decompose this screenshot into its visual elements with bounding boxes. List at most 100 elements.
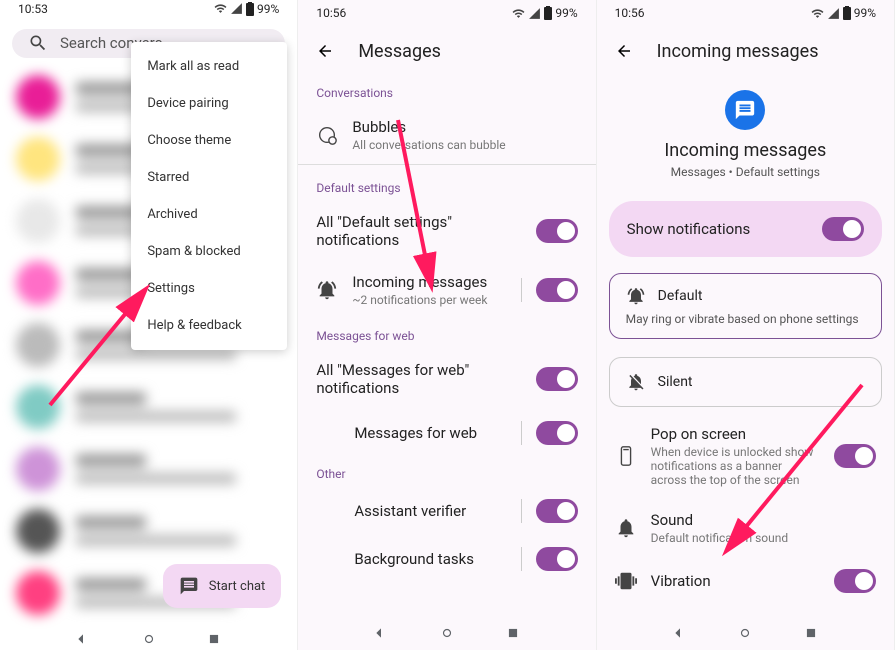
status-bar: 10:53 99%	[0, 0, 297, 17]
section-conversations: Conversations	[298, 76, 595, 106]
toggle[interactable]	[834, 444, 876, 468]
status-indicators: 99%	[811, 6, 876, 20]
setting-title: Assistant verifier	[354, 502, 506, 520]
channel-sub: Messages • Default settings	[597, 165, 894, 179]
toggle[interactable]	[536, 547, 578, 571]
page-title: Messages	[358, 41, 441, 62]
nav-back-icon[interactable]	[374, 626, 388, 640]
setting-messages-for-web[interactable]: Messages for web	[298, 409, 595, 457]
nav-recents-icon[interactable]	[506, 626, 520, 640]
option-desc: May ring or vibrate based on phone setti…	[626, 312, 865, 326]
nav-home-icon[interactable]	[738, 626, 752, 640]
signal-icon	[528, 7, 541, 20]
bell-ring-icon	[316, 279, 338, 301]
toggle[interactable]	[536, 499, 578, 523]
toggle[interactable]	[536, 278, 578, 302]
nav-home-icon[interactable]	[142, 632, 156, 646]
setting-title: Incoming messages	[352, 273, 506, 291]
nav-back-icon[interactable]	[673, 626, 687, 640]
setting-sound[interactable]: Sound Default notification sound	[597, 499, 894, 557]
nav-bar	[597, 616, 894, 650]
setting-pop-on-screen[interactable]: Pop on screen When device is unlocked sh…	[597, 413, 894, 499]
option-silent[interactable]: Silent	[609, 357, 882, 407]
list-item[interactable]	[0, 500, 297, 562]
setting-title: Background tasks	[354, 550, 506, 568]
menu-help-feedback[interactable]: Help & feedback	[131, 307, 287, 344]
toggle[interactable]	[536, 367, 578, 391]
nav-recents-icon[interactable]	[804, 626, 818, 640]
battery-icon	[843, 6, 851, 20]
wifi-icon	[214, 2, 227, 15]
setting-all-default[interactable]: All "Default settings" notifications	[298, 201, 595, 261]
signal-icon	[230, 2, 243, 15]
setting-vibration[interactable]: Vibration	[597, 557, 894, 605]
battery-text: 99%	[854, 6, 876, 20]
menu-starred[interactable]: Starred	[131, 159, 287, 196]
battery-icon	[246, 2, 254, 16]
setting-title: Messages for web	[354, 424, 506, 442]
status-bar: 10:56 99%	[298, 0, 595, 26]
screen-conversations: 10:53 99% Search convers Mark all as rea…	[0, 0, 298, 650]
toggle[interactable]	[536, 421, 578, 445]
setting-bubbles[interactable]: Bubbles All conversations can bubble	[298, 106, 595, 164]
status-indicators: 99%	[214, 2, 279, 16]
vibration-icon	[615, 570, 637, 592]
list-item[interactable]	[0, 376, 297, 438]
setting-assistant-verifier[interactable]: Assistant verifier	[298, 487, 595, 535]
toggle[interactable]	[834, 569, 876, 593]
battery-icon	[544, 6, 552, 20]
fab-label: Start chat	[209, 579, 266, 594]
setting-all-web[interactable]: All "Messages for web" notifications	[298, 349, 595, 409]
setting-title: Vibration	[651, 572, 820, 590]
battery-text: 99%	[257, 2, 279, 16]
option-title: Default	[658, 288, 703, 304]
setting-sub: Default notification sound	[651, 531, 876, 545]
section-default: Default settings	[298, 171, 595, 201]
app-header: Incoming messages	[597, 26, 894, 76]
menu-device-pairing[interactable]: Device pairing	[131, 85, 287, 122]
signal-icon	[827, 7, 840, 20]
menu-settings[interactable]: Settings	[131, 270, 287, 307]
back-button[interactable]	[615, 42, 633, 60]
screen-notification-settings: 10:56 99% Messages Conversations Bubbles…	[298, 0, 596, 650]
menu-mark-all-read[interactable]: Mark all as read	[131, 48, 287, 85]
setting-title: All "Messages for web" notifications	[316, 361, 521, 397]
section-web: Messages for web	[298, 319, 595, 349]
bell-icon	[615, 517, 637, 539]
option-default[interactable]: Default May ring or vibrate based on pho…	[609, 273, 882, 339]
page-title: Incoming messages	[657, 41, 819, 62]
wifi-icon	[512, 7, 525, 20]
setting-incoming-messages[interactable]: Incoming messages ~2 notifications per w…	[298, 261, 595, 319]
section-other: Other	[298, 457, 595, 487]
nav-recents-icon[interactable]	[207, 632, 221, 646]
wifi-icon	[811, 7, 824, 20]
chat-icon	[179, 576, 199, 596]
toggle[interactable]	[822, 217, 864, 241]
menu-choose-theme[interactable]: Choose theme	[131, 122, 287, 159]
setting-sub: All conversations can bubble	[352, 138, 577, 152]
nav-bar	[298, 616, 595, 650]
start-chat-button[interactable]: Start chat	[163, 564, 282, 608]
nav-back-icon[interactable]	[76, 632, 90, 646]
setting-background-tasks[interactable]: Background tasks	[298, 535, 595, 583]
nav-home-icon[interactable]	[440, 626, 454, 640]
clock: 10:56	[316, 6, 346, 20]
menu-archived[interactable]: Archived	[131, 196, 287, 233]
menu-spam-blocked[interactable]: Spam & blocked	[131, 233, 287, 270]
back-button[interactable]	[316, 42, 334, 60]
setting-title: Bubbles	[352, 118, 577, 136]
status-bar: 10:56 99%	[597, 0, 894, 26]
toggle[interactable]	[536, 219, 578, 243]
list-item[interactable]	[0, 438, 297, 500]
divider	[298, 164, 595, 165]
setting-title: All "Default settings" notifications	[316, 213, 521, 249]
channel-header: Incoming messages Messages • Default set…	[597, 76, 894, 197]
search-icon	[28, 33, 48, 53]
bell-off-icon	[626, 372, 646, 392]
toggle-label: Show notifications	[627, 220, 751, 238]
show-notifications-toggle[interactable]: Show notifications	[609, 201, 882, 257]
channel-title: Incoming messages	[597, 140, 894, 161]
clock: 10:56	[615, 6, 645, 20]
option-title: Silent	[658, 374, 693, 390]
setting-sub: When device is unlocked show notificatio…	[651, 445, 820, 487]
